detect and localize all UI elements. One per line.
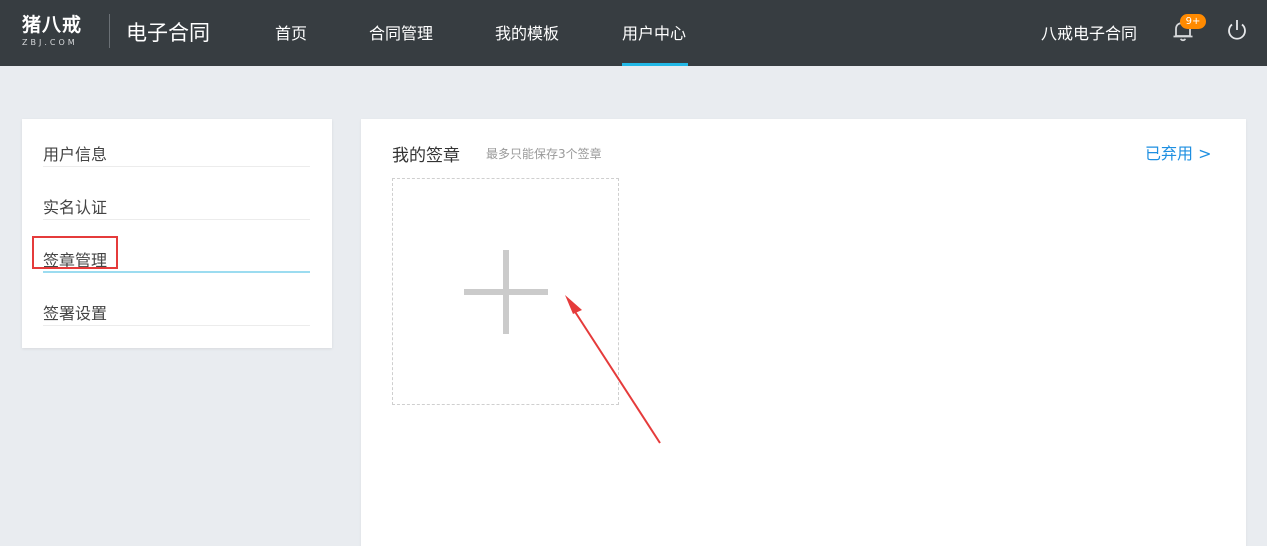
main-panel: 我的签章 最多只能保存3个签章 已弃用 >: [361, 119, 1246, 546]
sidebar-item-label: 实名认证: [43, 198, 108, 217]
sidebar-menu: 用户信息 实名认证 签章管理 签署设置: [22, 119, 332, 348]
sidebar-item-real-name-auth[interactable]: 实名认证: [43, 172, 310, 220]
power-icon[interactable]: [1224, 17, 1250, 43]
sidebar-item-signing-settings[interactable]: 签署设置: [43, 278, 310, 326]
highlight-annotation-box: [32, 236, 118, 269]
nav-home[interactable]: 首页: [275, 20, 307, 44]
logo-text: 猪八戒: [22, 14, 83, 36]
top-nav-bar: 猪八戒 ZBJ.COM 电子合同 首页 合同管理 我的模板 用户中心 八戒电子合…: [0, 0, 1267, 66]
sidebar-item-label: 签署设置: [43, 304, 108, 323]
nav-active-indicator: [622, 63, 688, 66]
plus-icon-vertical: [503, 250, 509, 334]
product-name: 电子合同: [126, 21, 210, 45]
discarded-seals-link[interactable]: 已弃用 >: [1145, 140, 1212, 164]
nav-my-templates[interactable]: 我的模板: [495, 20, 559, 44]
section-hint: 最多只能保存3个签章: [486, 147, 602, 161]
notification-badge: 9+: [1180, 14, 1206, 29]
add-seal-button[interactable]: [392, 178, 619, 405]
nav-user-center[interactable]: 用户中心: [622, 20, 686, 44]
company-name[interactable]: 八戒电子合同: [1041, 20, 1137, 44]
brand-logo[interactable]: 猪八戒 ZBJ.COM: [22, 10, 92, 52]
logo-divider: [109, 14, 110, 48]
page-title: 我的签章: [392, 146, 460, 166]
logo-subtext: ZBJ.COM: [22, 38, 78, 47]
sidebar-item-user-info[interactable]: 用户信息: [43, 119, 310, 167]
sidebar-item-label: 用户信息: [43, 145, 108, 164]
nav-contract-management[interactable]: 合同管理: [369, 20, 433, 44]
